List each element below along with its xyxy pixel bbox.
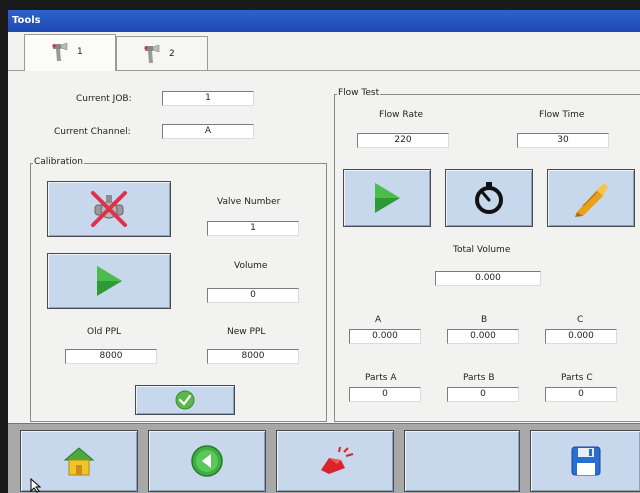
disable-valve-button[interactable] <box>47 181 171 237</box>
tab-1[interactable]: 1 <box>24 34 116 71</box>
channel-b-volume-field: 0.000 <box>447 329 519 344</box>
current-job-field: 1 <box>162 91 254 106</box>
volume-label: Volume <box>234 261 268 271</box>
current-channel-label: Current Channel: <box>54 127 131 137</box>
spray-gun-icon <box>144 44 160 63</box>
channel-c-volume-field: 0.000 <box>545 329 617 344</box>
total-volume-label: Total Volume <box>453 245 511 255</box>
alarm-beacon-icon <box>321 446 354 474</box>
parts-b-field: 0 <box>447 387 519 402</box>
tab-2-label: 2 <box>169 49 175 59</box>
new-ppl-label: New PPL <box>227 327 266 337</box>
flow-test-title: Flow Test <box>337 88 381 98</box>
mouse-cursor-icon <box>30 478 42 493</box>
new-ppl-field: 8000 <box>207 349 299 364</box>
flow-rate-label: Flow Rate <box>379 110 424 120</box>
tab-strip: 1 2 <box>8 32 640 71</box>
valve-number-field: 1 <box>207 221 299 236</box>
alarm-button[interactable] <box>276 430 394 492</box>
total-volume-field: 0.000 <box>435 271 541 286</box>
calibration-start-button[interactable] <box>47 253 171 309</box>
play-icon <box>375 183 400 213</box>
calibration-title: Calibration <box>33 157 84 167</box>
flow-timer-button[interactable] <box>445 169 533 227</box>
valve-disabled-icon <box>91 191 127 227</box>
flow-rate-field: 220 <box>357 133 449 148</box>
save-button[interactable] <box>530 430 640 492</box>
flow-time-field: 30 <box>517 133 609 148</box>
nozzle-brush-icon <box>575 183 608 217</box>
empty-toolbar-button[interactable] <box>404 430 520 492</box>
valve-number-label: Valve Number <box>217 197 281 207</box>
window-title: Tools <box>8 10 640 32</box>
parts-c-label: Parts C <box>561 373 593 383</box>
flow-test-group: Flow Test Flow Rate 220 Flow Time 30 Tot… <box>334 88 640 422</box>
tab-2[interactable]: 2 <box>116 36 208 70</box>
channel-a-label: A <box>375 315 382 325</box>
flow-start-button[interactable] <box>343 169 431 227</box>
tab-1-label: 1 <box>77 47 83 57</box>
flow-clean-button[interactable] <box>547 169 635 227</box>
back-button[interactable] <box>148 430 266 492</box>
bottom-toolbar <box>8 423 640 493</box>
current-channel-field: A <box>162 124 254 139</box>
stopwatch-icon <box>475 182 503 214</box>
channel-b-label: B <box>481 315 488 325</box>
parts-a-label: Parts A <box>365 373 397 383</box>
parts-b-label: Parts B <box>463 373 495 383</box>
volume-field: 0 <box>207 288 299 303</box>
home-icon <box>63 447 95 476</box>
channel-c-label: C <box>577 315 584 325</box>
old-ppl-label: Old PPL <box>87 327 122 337</box>
channel-a-volume-field: 0.000 <box>349 329 421 344</box>
calibration-group: Calibration Valve Number 1 Volume 0 Old … <box>30 157 327 422</box>
checkmark-icon <box>175 390 195 410</box>
flow-time-label: Flow Time <box>539 110 585 120</box>
save-disk-icon <box>571 446 600 476</box>
spray-gun-icon <box>52 42 68 61</box>
play-icon <box>97 266 122 296</box>
confirm-calibration-button[interactable] <box>135 385 235 415</box>
tools-window: Tools 1 2 Current JOB: 1 Current Channel… <box>8 10 640 493</box>
parts-c-field: 0 <box>545 387 617 402</box>
old-ppl-field: 8000 <box>65 349 157 364</box>
back-arrow-icon <box>191 445 223 477</box>
parts-a-field: 0 <box>349 387 421 402</box>
current-job-label: Current JOB: <box>76 94 132 104</box>
